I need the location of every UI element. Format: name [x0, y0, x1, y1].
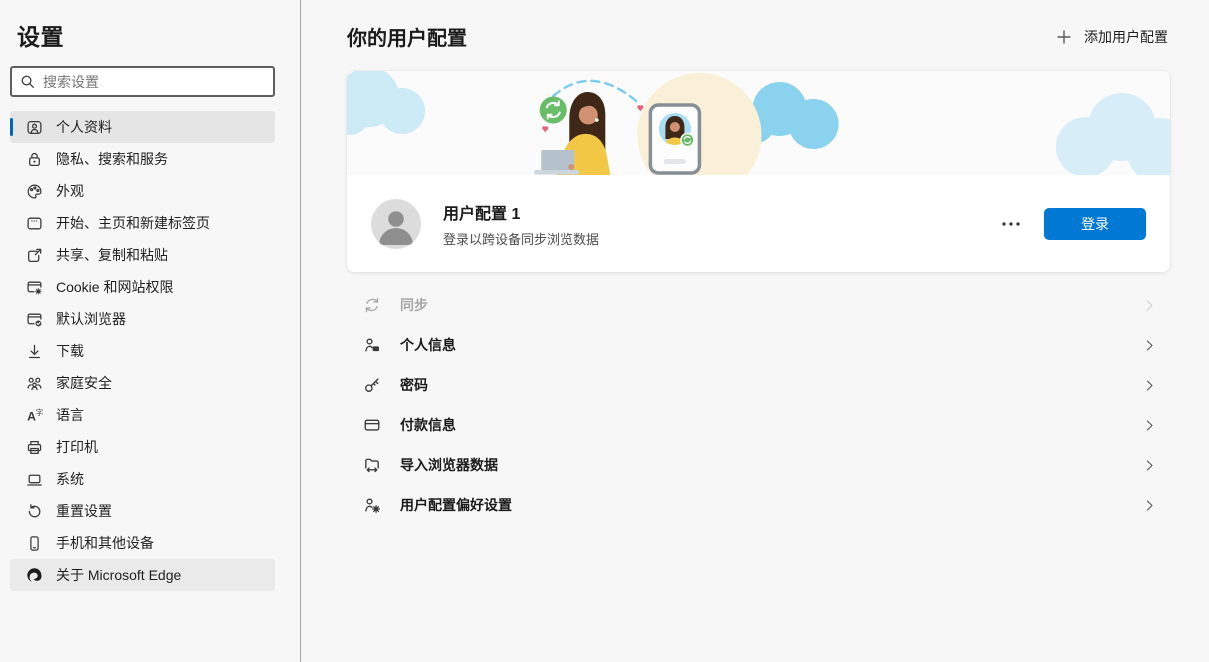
row-label: 个人信息	[400, 335, 1124, 355]
sidebar-item-label: 系统	[56, 469, 84, 489]
chevron-right-icon	[1143, 419, 1156, 432]
chevron-right-icon	[1143, 339, 1156, 352]
edge-logo-icon	[26, 567, 43, 584]
lock-icon	[26, 151, 43, 168]
palette-icon	[26, 183, 43, 200]
sidebar-item-label: 共享、复制和粘贴	[56, 245, 168, 265]
search-input[interactable]	[43, 74, 265, 90]
chevron-right-icon	[1143, 499, 1156, 512]
row-label: 同步	[400, 295, 1124, 315]
profile-card-icon	[26, 119, 43, 136]
sidebar-item-printers[interactable]: 打印机	[10, 431, 275, 463]
phone-illustration	[650, 105, 699, 173]
avatar	[371, 199, 421, 249]
add-profile-button[interactable]: 添加用户配置	[1054, 23, 1170, 51]
profile-name: 用户配置 1	[443, 200, 599, 224]
row-payment-info[interactable]: 付款信息	[347, 405, 1170, 445]
sidebar-item-label: 关于 Microsoft Edge	[56, 565, 181, 585]
row-label: 用户配置偏好设置	[400, 495, 1124, 515]
sidebar-item-label: 家庭安全	[56, 373, 112, 393]
printer-icon	[26, 439, 43, 456]
family-icon	[26, 375, 43, 392]
sidebar-item-label: Cookie 和网站权限	[56, 277, 173, 297]
search-box[interactable]	[10, 66, 275, 97]
sync-badge	[540, 97, 567, 124]
sidebar-item-label: 外观	[56, 181, 84, 201]
sidebar-item-appearance[interactable]: 外观	[10, 175, 275, 207]
sidebar-item-privacy[interactable]: 隐私、搜索和服务	[10, 143, 275, 175]
payment-card-icon	[363, 416, 381, 434]
row-personal-info[interactable]: 个人信息	[347, 325, 1170, 365]
sync-illustration	[347, 71, 1170, 175]
settings-title: 设置	[17, 18, 300, 52]
sidebar-item-reset-settings[interactable]: 重置设置	[10, 495, 275, 527]
search-icon	[20, 74, 35, 89]
row-passwords[interactable]: 密码	[347, 365, 1170, 405]
sidebar-item-label: 隐私、搜索和服务	[56, 149, 168, 169]
profile-settings-list: 同步 个人信息 密码 付款信息 导入浏览器数据	[347, 285, 1170, 525]
reset-icon	[26, 503, 43, 520]
sidebar-item-label: 重置设置	[56, 501, 112, 521]
row-label: 付款信息	[400, 415, 1124, 435]
sidebar-item-languages[interactable]: A字 语言	[10, 399, 275, 431]
settings-sidebar: 设置 个人资料 隐私、搜索和服务 外观 开始、主页和新建标签页	[0, 0, 301, 662]
edge-settings-page: 设置 个人资料 隐私、搜索和服务 外观 开始、主页和新建标签页	[0, 0, 1209, 662]
sidebar-item-default-browser[interactable]: 默认浏览器	[10, 303, 275, 335]
settings-nav: 个人资料 隐私、搜索和服务 外观 开始、主页和新建标签页 共享、复制和粘贴 Co	[0, 111, 300, 591]
password-key-icon	[363, 376, 381, 394]
profile-description: 登录以跨设备同步浏览数据	[443, 229, 599, 248]
sidebar-item-label: 下载	[56, 341, 84, 361]
sidebar-item-family-safety[interactable]: 家庭安全	[10, 367, 275, 399]
tabs-layout-icon	[26, 215, 43, 232]
row-label: 导入浏览器数据	[400, 455, 1124, 475]
import-data-icon	[363, 456, 381, 474]
ellipsis-icon	[1002, 222, 1020, 226]
language-icon: A字	[26, 407, 43, 424]
sidebar-item-label: 个人资料	[56, 117, 112, 137]
sidebar-item-about[interactable]: 关于 Microsoft Edge	[10, 559, 275, 591]
profile-card: 用户配置 1 登录以跨设备同步浏览数据 登录	[347, 71, 1170, 272]
svg-text:A: A	[27, 409, 36, 423]
chevron-right-icon	[1143, 299, 1156, 312]
default-browser-icon	[26, 311, 43, 328]
sidebar-item-system[interactable]: 系统	[10, 463, 275, 495]
sidebar-item-label: 手机和其他设备	[56, 533, 154, 553]
sidebar-item-label: 语言	[56, 405, 84, 425]
profiles-panel: 你的用户配置 添加用户配置	[301, 0, 1209, 662]
site-permissions-icon	[26, 279, 43, 296]
sidebar-item-cookies-permissions[interactable]: Cookie 和网站权限	[10, 271, 275, 303]
sign-in-button[interactable]: 登录	[1044, 208, 1146, 240]
plus-icon	[1056, 29, 1072, 45]
sidebar-item-share-copy-paste[interactable]: 共享、复制和粘贴	[10, 239, 275, 271]
share-icon	[26, 247, 43, 264]
profile-preferences-icon	[363, 496, 381, 514]
row-label: 密码	[400, 375, 1124, 395]
personal-info-icon	[363, 336, 381, 354]
phone-icon	[26, 535, 43, 552]
page-title: 你的用户配置	[347, 22, 467, 51]
profile-row: 用户配置 1 登录以跨设备同步浏览数据 登录	[347, 175, 1170, 272]
row-profile-preferences[interactable]: 用户配置偏好设置	[347, 485, 1170, 525]
chevron-right-icon	[1143, 379, 1156, 392]
sidebar-item-start-home-newtab[interactable]: 开始、主页和新建标签页	[10, 207, 275, 239]
sidebar-item-label: 默认浏览器	[56, 309, 126, 329]
system-icon	[26, 471, 43, 488]
sync-icon	[363, 296, 381, 314]
sidebar-item-label: 开始、主页和新建标签页	[56, 213, 210, 233]
row-sync[interactable]: 同步	[347, 285, 1170, 325]
add-profile-label: 添加用户配置	[1084, 27, 1168, 47]
more-options-button[interactable]	[994, 209, 1028, 239]
row-import-browser-data[interactable]: 导入浏览器数据	[347, 445, 1170, 485]
sidebar-item-label: 打印机	[56, 437, 98, 457]
chevron-right-icon	[1143, 459, 1156, 472]
sidebar-item-profiles[interactable]: 个人资料	[10, 111, 275, 143]
download-icon	[26, 343, 43, 360]
sidebar-item-downloads[interactable]: 下载	[10, 335, 275, 367]
sidebar-item-phone-devices[interactable]: 手机和其他设备	[10, 527, 275, 559]
svg-text:字: 字	[36, 407, 43, 417]
